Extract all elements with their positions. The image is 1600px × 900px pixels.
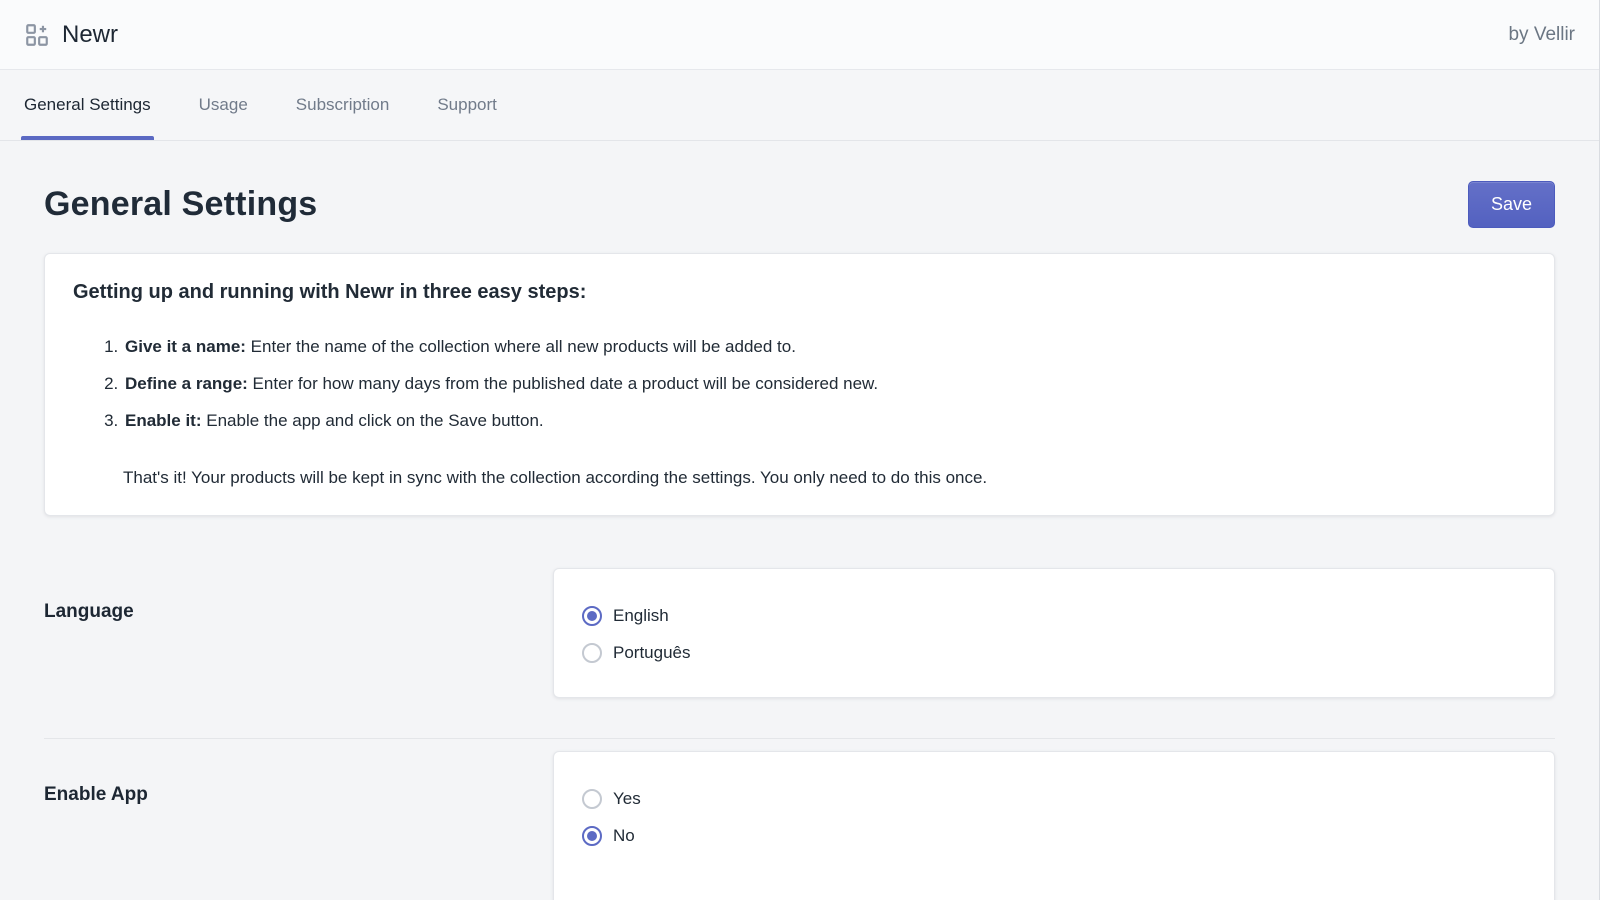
tab-general-settings[interactable]: General Settings <box>24 70 151 140</box>
radio-unselected-icon[interactable] <box>582 643 602 663</box>
enable-app-label: Enable App <box>44 784 148 805</box>
radio-option-portugues[interactable]: Português <box>582 634 691 671</box>
language-card: English Português <box>553 568 1555 698</box>
setup-heading: Getting up and running with Newr in thre… <box>73 281 1526 304</box>
radio-option-english[interactable]: English <box>582 597 669 634</box>
language-label-col: Language <box>44 568 553 623</box>
app-header: Newr by Vellir <box>0 0 1599 70</box>
radio-option-label: Yes <box>613 789 641 809</box>
radio-option-no[interactable]: No <box>582 817 635 854</box>
radio-selected-icon[interactable] <box>582 606 602 626</box>
save-button[interactable]: Save <box>1468 181 1555 228</box>
app-grid-plus-icon <box>24 22 50 48</box>
setup-guide-card: Getting up and running with Newr in thre… <box>44 253 1555 516</box>
setup-step: Give it a name: Enter the name of the co… <box>123 328 1526 365</box>
app-byline: by Vellir <box>1508 24 1575 46</box>
page-title: General Settings <box>44 185 317 224</box>
tab-subscription[interactable]: Subscription <box>296 70 390 140</box>
tab-support[interactable]: Support <box>437 70 497 140</box>
setup-step-text: Enter for how many days from the publish… <box>253 374 879 393</box>
language-section: Language English Português <box>44 568 1555 698</box>
tab-bar: General Settings Usage Subscription Supp… <box>0 70 1599 141</box>
tab-usage[interactable]: Usage <box>199 70 248 140</box>
setup-step-text: Enable the app and click on the Save but… <box>206 411 543 430</box>
radio-selected-icon[interactable] <box>582 826 602 846</box>
radio-option-label: Português <box>613 643 691 663</box>
enable-app-label-col: Enable App <box>44 751 553 806</box>
setup-footer-note: That's it! Your products will be kept in… <box>123 465 1526 491</box>
section-divider <box>44 738 1555 739</box>
radio-option-label: English <box>613 606 669 626</box>
main-content: General Settings Save Getting up and run… <box>0 181 1599 900</box>
radio-unselected-icon[interactable] <box>582 789 602 809</box>
enable-app-card: Yes No <box>553 751 1555 900</box>
setup-steps-list: Give it a name: Enter the name of the co… <box>73 328 1526 439</box>
app-name: Newr <box>62 21 118 49</box>
setup-step-lead: Define a range: <box>125 374 248 393</box>
setup-step: Enable it: Enable the app and click on t… <box>123 402 1526 439</box>
page-head: General Settings Save <box>44 181 1555 228</box>
enable-app-section: Enable App Yes No <box>44 751 1555 900</box>
setup-step-text: Enter the name of the collection where a… <box>251 337 796 356</box>
language-label: Language <box>44 601 134 622</box>
app-title-group: Newr <box>24 21 118 49</box>
radio-option-label: No <box>613 826 635 846</box>
setup-step-lead: Enable it: <box>125 411 202 430</box>
setup-step-lead: Give it a name: <box>125 337 246 356</box>
radio-option-yes[interactable]: Yes <box>582 780 641 817</box>
setup-step: Define a range: Enter for how many days … <box>123 365 1526 402</box>
